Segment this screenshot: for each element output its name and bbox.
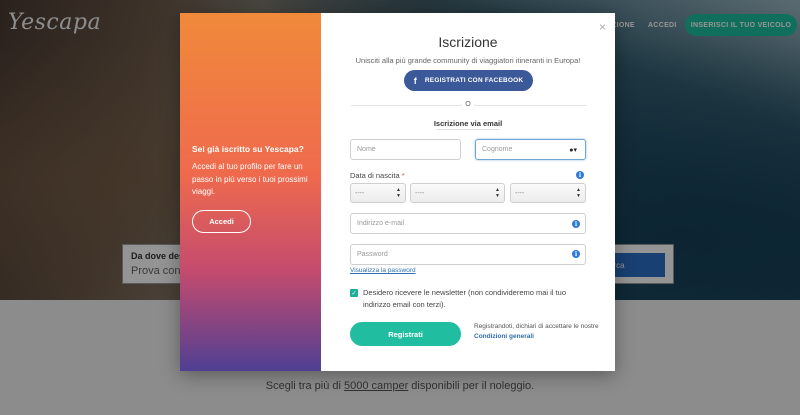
divider-text: O	[462, 100, 474, 110]
newsletter-checkbox[interactable]: ✓	[350, 289, 358, 297]
heading-underline	[437, 129, 499, 130]
dob-month-select[interactable]: ---- ▲ ▼	[410, 183, 505, 203]
newsletter-label: Desidero ricevere le newsletter (non con…	[363, 288, 567, 309]
login-panel-text: Accedi al tuo profilo per fare un passo …	[192, 162, 308, 196]
signup-panel: × Iscrizione Unisciti alla più grande co…	[321, 13, 615, 371]
register-button[interactable]: Registrati	[350, 322, 461, 346]
dob-info-icon[interactable]: i	[576, 171, 584, 179]
terms-text: Registrandoti, dichiari di accettare le …	[474, 323, 599, 340]
first-name-input[interactable]: Nome	[350, 139, 461, 160]
last-name-input[interactable]: Cognome ●▾	[475, 139, 586, 160]
password-info-icon[interactable]: i	[572, 250, 580, 258]
dob-day-select[interactable]: ---- ▲ ▼	[350, 183, 406, 203]
dob-year-select[interactable]: ---- ▲ ▼	[510, 183, 586, 203]
facebook-icon: f	[413, 75, 417, 86]
terms-link[interactable]: Condizioni generali	[474, 333, 534, 340]
login-panel: Sei già iscritto su Yescapa? Accedi al t…	[180, 13, 321, 371]
password-input[interactable]: Password	[350, 244, 586, 265]
facebook-signup-label: REGISTRATI CON FACEBOOK	[424, 77, 524, 84]
select-arrows-icon: ▲ ▼	[576, 187, 581, 199]
person-autofill-icon[interactable]: ●▾	[569, 146, 577, 154]
email-input[interactable]: Indirizzo e-mail	[350, 213, 586, 234]
show-password-link[interactable]: Visualizza la password	[350, 267, 416, 274]
dob-label: Data di nascita *	[350, 171, 405, 180]
close-icon[interactable]: ×	[599, 20, 606, 34]
signup-title: Iscrizione	[438, 34, 498, 50]
select-arrows-icon: ▲ ▼	[396, 187, 401, 199]
signup-modal: Sei già iscritto su Yescapa? Accedi al t…	[180, 13, 615, 371]
login-button[interactable]: Accedi	[192, 210, 251, 233]
email-info-icon[interactable]: i	[572, 220, 580, 228]
select-arrows-icon: ▲ ▼	[495, 187, 500, 199]
email-signup-heading: Iscrizione via email	[433, 119, 503, 128]
signup-subtitle: Unisciti alla più grande community di vi…	[355, 56, 581, 65]
login-panel-title: Sei già iscritto su Yescapa?	[192, 144, 304, 154]
facebook-signup-button[interactable]: f REGISTRATI CON FACEBOOK	[404, 70, 533, 91]
